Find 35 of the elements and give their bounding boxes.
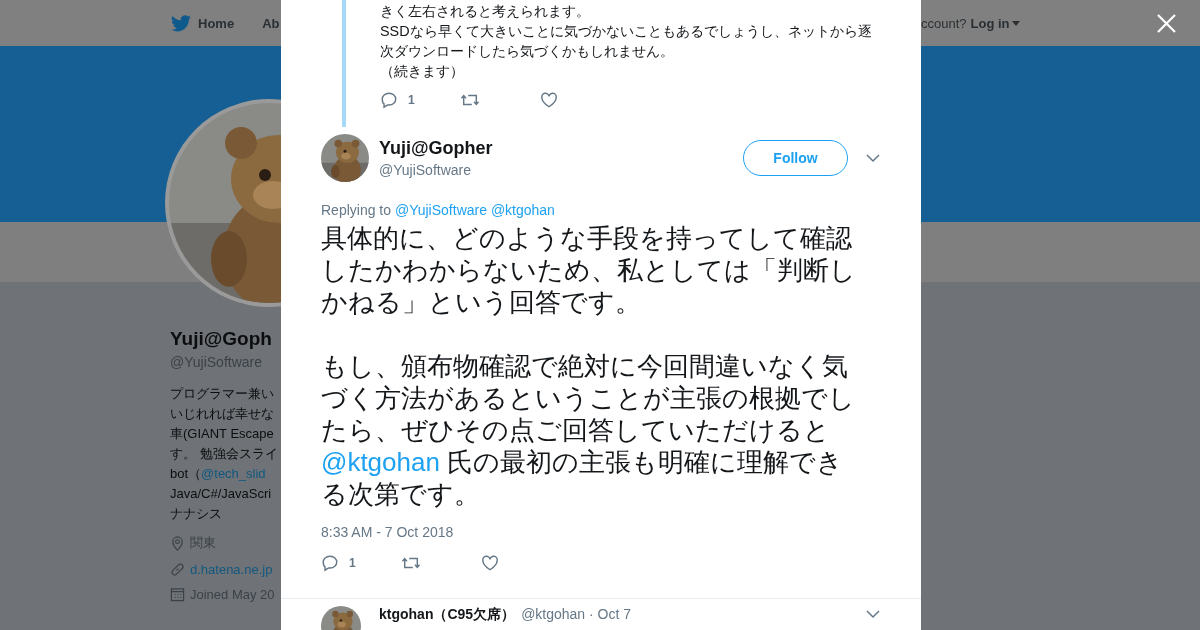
tweet-text-line: きく左右されると考えられます。 bbox=[380, 2, 591, 21]
profile-website[interactable]: d.hatena.ne.jp bbox=[190, 562, 273, 577]
profile-bio: プログラマー兼い いじれれば幸せな 車(GIANT Escape す。 勉強会スライ bot（@tech_slid Java/C#/JavaScri ナナシス bbox=[170, 385, 279, 523]
mention-link[interactable]: @ktgohan bbox=[321, 447, 440, 477]
calendar-icon bbox=[170, 587, 185, 602]
tweet-text: 具体的に、どのような手段を持ってして確認したかわからないため、私としては「判断しかねる」という回答です。 bbox=[321, 222, 857, 318]
nav-link[interactable]: Home bbox=[171, 14, 235, 32]
author-name: Yuji@Gopher bbox=[379, 138, 494, 159]
heart-icon bbox=[540, 91, 558, 109]
login-link[interactable]: Log in bbox=[970, 16, 1020, 31]
link-icon bbox=[170, 562, 185, 577]
author-name: ktgohan（C95欠席） bbox=[379, 606, 516, 624]
nav-link[interactable]: Ab bbox=[262, 15, 280, 31]
bird-icon bbox=[171, 14, 191, 32]
tweet-text-line: SSDなら早くて大きいことに気づかないこともあるでしょうし、ネットから逐次ダウンロードしたら気づくかもしれません。 bbox=[380, 22, 873, 61]
follow-button[interactable]: Follow bbox=[743, 140, 848, 176]
account-prompt: ccount? bbox=[921, 16, 967, 31]
reply-icon bbox=[380, 91, 398, 109]
profile-name: Yuji@Goph bbox=[170, 328, 273, 350]
reply-button[interactable]: 1 bbox=[321, 554, 401, 572]
tweet-text-line: （続きます） bbox=[380, 62, 465, 81]
reply-icon bbox=[321, 554, 339, 572]
tweet-text: もし、頒布物確認で絶対に今回間違いなく気づく方法があるということが主張の根拠でしたら、ぜひその点ご回答していただけると @ktgohan 氏の最初の主張も明確に理解できる次第です。 bbox=[321, 350, 856, 510]
mention-link[interactable]: @ktgohan bbox=[490, 202, 555, 218]
location-pin-icon bbox=[170, 535, 185, 551]
heart-icon bbox=[481, 554, 499, 572]
caret-icon bbox=[1011, 21, 1020, 26]
close-button[interactable] bbox=[1156, 13, 1177, 34]
replying-label: Replying to bbox=[321, 202, 392, 218]
reply-button[interactable]: 1 bbox=[380, 91, 460, 109]
author-handle: @YujiSoftware bbox=[379, 162, 473, 178]
mention-link[interactable]: @tech_slid bbox=[201, 466, 266, 481]
tweet-meta: @ktgohan · Oct 7 bbox=[521, 606, 633, 622]
tweet-timestamp: 8:33 AM - 7 Oct 2018 bbox=[321, 524, 455, 540]
mention-link[interactable]: @YujiSoftware bbox=[394, 202, 487, 218]
